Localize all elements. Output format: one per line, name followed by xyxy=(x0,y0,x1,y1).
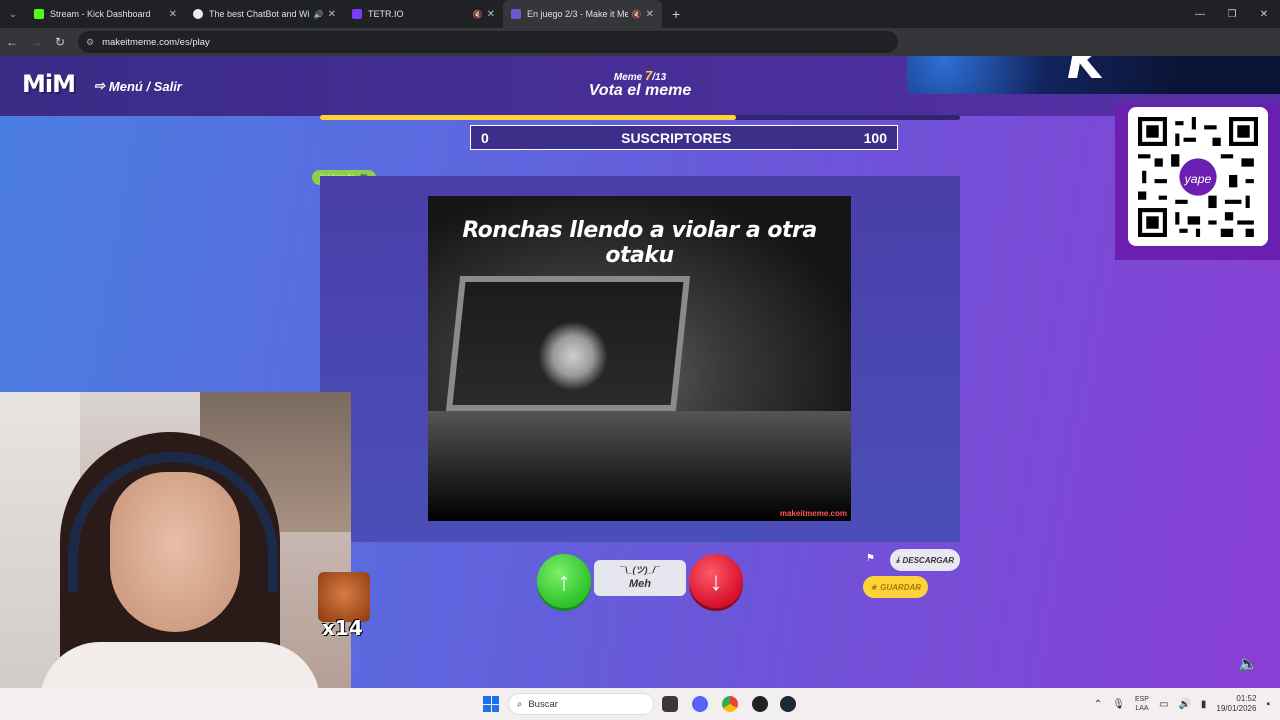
new-tab-button[interactable]: + xyxy=(662,6,690,22)
notification-icon[interactable]: ▪ xyxy=(1266,699,1270,710)
volume-tray-icon[interactable]: 🔊 xyxy=(1178,699,1190,710)
report-flag-icon[interactable]: ⚑ xyxy=(866,553,875,564)
taskbar-clock[interactable]: 01:52 19/01/2026 xyxy=(1216,694,1256,714)
back-icon[interactable]: ← xyxy=(0,28,24,56)
reload-icon[interactable]: ↻ xyxy=(48,28,72,56)
meme-caption: Ronchas llendo a violar a otra otaku xyxy=(462,218,817,268)
kick-overlay: K xyxy=(907,56,1280,94)
meme-counter: Meme 7/13 xyxy=(613,68,667,83)
tab-search-icon[interactable]: ⌄ xyxy=(0,0,26,28)
tab-makeitmeme[interactable]: En juego 2/3 - Make it Mem 🔇 ✕ xyxy=(503,0,662,28)
microphone-icon[interactable]: 🎙 xyxy=(1112,699,1125,710)
qr-icon: yape xyxy=(1138,117,1258,237)
close-icon[interactable]: ✕ xyxy=(646,9,654,20)
download-button[interactable]: ⤓ DESCARGAR xyxy=(890,549,960,571)
network-icon[interactable]: ▭ xyxy=(1159,699,1168,710)
language-indicator[interactable]: ESP LAA xyxy=(1135,695,1149,713)
streamer-webcam xyxy=(0,392,351,720)
file-explorer-icon[interactable] xyxy=(662,696,678,712)
meme-scene-figure xyxy=(538,321,608,391)
tetrio-favicon-icon xyxy=(352,9,362,19)
mim-logo: MiM xyxy=(22,70,76,98)
chrome-icon[interactable] xyxy=(722,696,738,712)
page-title: Vota el meme xyxy=(588,82,692,99)
site-info-icon[interactable]: ⚙ xyxy=(86,37,94,48)
address-bar: ← → ↻ ⚙ makeitmeme.com/es/play xyxy=(0,28,1280,56)
menu-exit-link[interactable]: ⇨ Menú / Salir xyxy=(94,78,182,94)
close-icon[interactable]: ✕ xyxy=(487,9,495,20)
meh-button[interactable]: ¯\_(ツ)_/¯ Meh xyxy=(594,560,686,596)
muted-icon[interactable]: 🔇 xyxy=(632,10,642,19)
progress-fill xyxy=(320,115,736,120)
qr-panel: yape xyxy=(1115,104,1280,260)
svg-text:yape: yape xyxy=(1184,172,1212,186)
browser-tab-strip: ⌄ Stream - Kick Dashboard ✕ The best Cha… xyxy=(0,0,1280,28)
download-icon: ⤓ xyxy=(895,555,900,564)
save-button[interactable]: ★ GUARDAR xyxy=(863,576,928,598)
forward-icon[interactable]: → xyxy=(24,28,48,56)
close-window-icon[interactable]: ✕ xyxy=(1248,0,1280,28)
round-progress-bar xyxy=(320,115,960,120)
speaker-icon[interactable]: 🔊 xyxy=(314,10,324,19)
url-field[interactable]: ⚙ makeitmeme.com/es/play xyxy=(78,31,898,53)
tab-kick-dashboard[interactable]: Stream - Kick Dashboard ✕ xyxy=(26,0,185,28)
arrow-down-icon: ↓ xyxy=(709,565,723,596)
meme-watermark: makeitmeme.com xyxy=(779,509,847,518)
meme-image: Ronchas llendo a violar a otra otaku mak… xyxy=(428,196,851,521)
close-icon[interactable]: ✕ xyxy=(328,9,336,20)
kick-logo-icon: K xyxy=(1067,56,1105,90)
volume-icon[interactable]: 🔈 xyxy=(1238,654,1258,674)
windows-taskbar: ⌕ Buscar ⌃ 🎙 ESP LAA ▭ 🔊 ▮ 01:52 19/01/2… xyxy=(0,688,1280,720)
exit-icon: ⇨ xyxy=(94,78,105,93)
mim-favicon-icon xyxy=(511,9,521,19)
window-controls: — ❐ ✕ xyxy=(1184,0,1280,28)
chevron-up-icon[interactable]: ⌃ xyxy=(1094,699,1102,710)
upvote-button[interactable]: ↑ xyxy=(537,554,591,608)
emote-counter: x14 xyxy=(318,572,372,642)
obs-icon[interactable] xyxy=(752,696,768,712)
muted-icon[interactable]: 🔇 xyxy=(473,10,483,19)
yape-qr-code: yape xyxy=(1128,107,1268,246)
emote-icon xyxy=(318,572,370,622)
meme-panel: Ronchas llendo a violar a otra otaku mak… xyxy=(320,176,960,542)
system-tray: ⌃ 🎙 ESP LAA ▭ 🔊 ▮ 01:52 19/01/2026 ▪ xyxy=(1094,688,1280,720)
windows-start-icon[interactable] xyxy=(483,696,499,712)
search-icon: ⌕ xyxy=(517,698,523,710)
meme-scene-ground xyxy=(428,411,851,521)
taskbar-search[interactable]: ⌕ Buscar xyxy=(508,693,654,715)
battery-icon[interactable]: ▮ xyxy=(1201,699,1207,710)
downvote-button[interactable]: ↓ xyxy=(689,554,743,608)
star-icon: ★ xyxy=(869,582,878,592)
discord-icon[interactable] xyxy=(692,696,708,712)
steam-icon[interactable] xyxy=(780,696,796,712)
restore-icon[interactable]: ❐ xyxy=(1216,0,1248,28)
subscribers-goal-bar: 0 SUSCRIPTORES 100 xyxy=(470,125,898,150)
tab-tetrio[interactable]: TETR.IO 🔇 ✕ xyxy=(344,0,503,28)
kick-favicon-icon xyxy=(34,9,44,19)
chatbot-favicon-icon xyxy=(193,9,203,19)
close-icon[interactable]: ✕ xyxy=(169,9,177,20)
tab-chatbot[interactable]: The best ChatBot and Widg 🔊 ✕ xyxy=(185,0,344,28)
minimize-icon[interactable]: — xyxy=(1184,0,1216,28)
arrow-up-icon: ↑ xyxy=(557,565,571,596)
